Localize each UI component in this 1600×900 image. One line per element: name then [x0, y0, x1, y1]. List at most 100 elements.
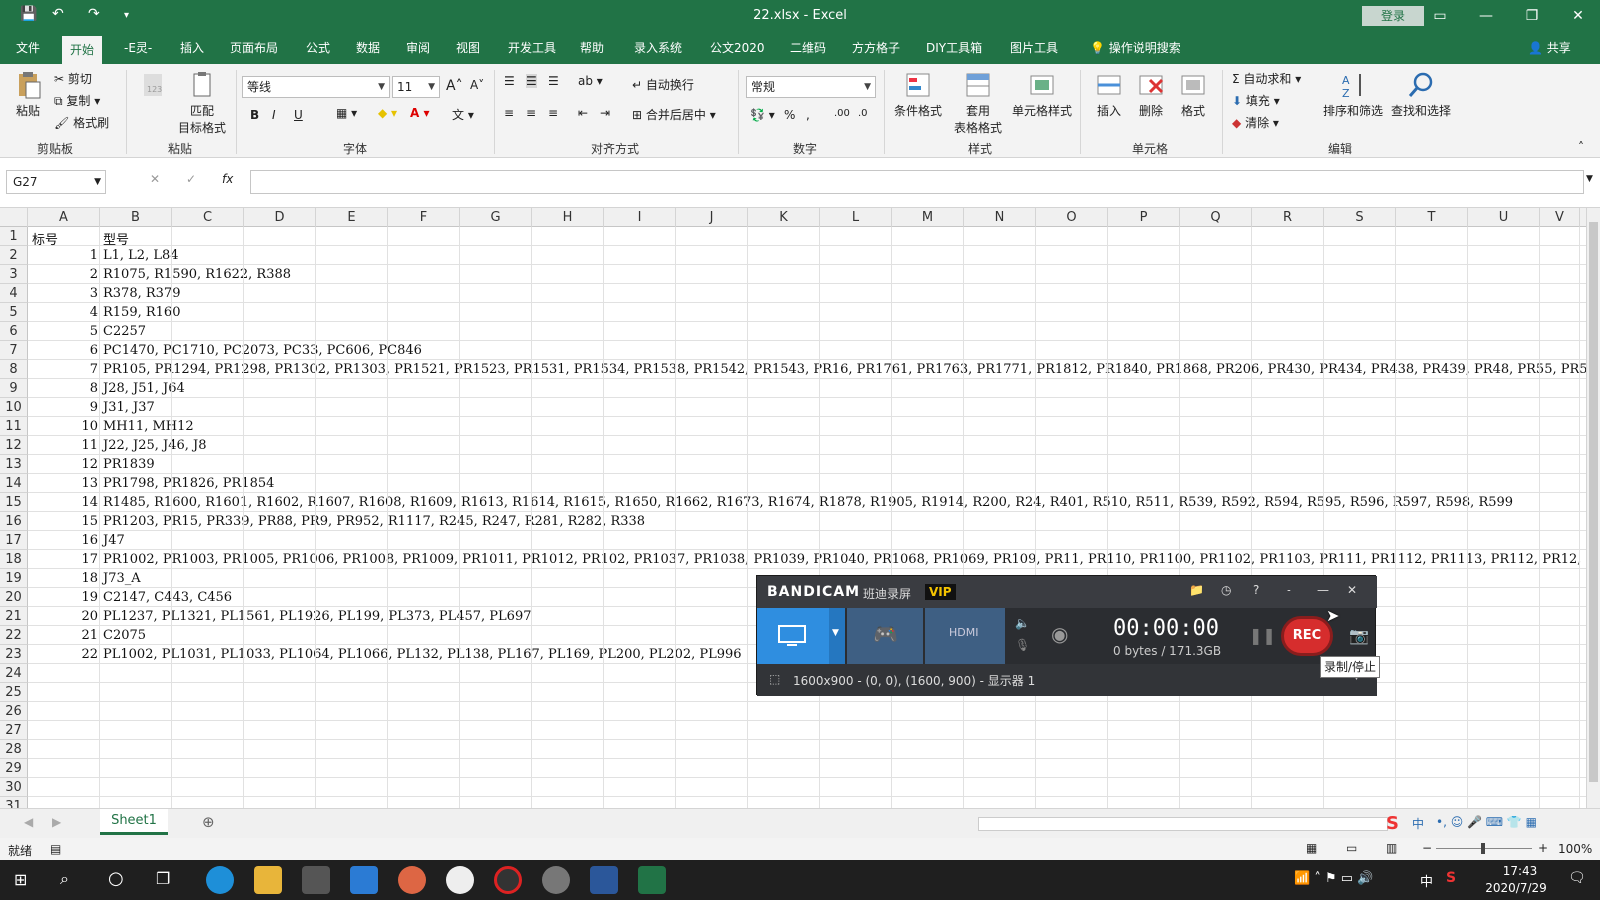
region-select-icon[interactable]: ⬚ — [769, 672, 780, 686]
vip-badge[interactable]: VIP — [925, 584, 956, 600]
zoom-out-icon[interactable]: − — [1422, 841, 1432, 855]
insert-function-icon[interactable]: fx — [222, 172, 233, 186]
macro-record-icon[interactable]: ▤ — [50, 842, 61, 856]
cell-a[interactable]: 5 — [28, 324, 98, 339]
cell-a[interactable]: 19 — [28, 590, 98, 605]
paste-button[interactable]: 粘贴 — [10, 70, 46, 119]
font-name-combo[interactable]: 等线 ▼ — [242, 76, 390, 98]
conditional-format-button[interactable]: 条件格式 — [890, 70, 946, 119]
cell-a[interactable]: 21 — [28, 628, 98, 643]
tell-me-search[interactable]: 💡 操作说明搜索 — [1082, 32, 1189, 64]
currency-icon[interactable]: 💱 ▾ — [750, 108, 775, 122]
minimize-button[interactable]: — — [1466, 4, 1506, 28]
collapse-ribbon-icon[interactable]: ˄ — [1578, 140, 1584, 154]
fill-color-icon[interactable]: ◆ ▾ — [378, 106, 397, 120]
mail-icon[interactable] — [350, 866, 378, 894]
prev-sheet-icon[interactable]: ◀ — [24, 815, 33, 829]
tab-home[interactable]: 开始 — [62, 36, 103, 64]
expand-formula-icon[interactable]: ▼ — [1586, 174, 1593, 184]
cell-a[interactable]: 11 — [28, 438, 98, 453]
fill-button[interactable]: ⬇ 填充 ▾ — [1232, 92, 1280, 109]
tab-developer[interactable]: 开发工具 — [500, 32, 564, 64]
cell-a[interactable]: 4 — [28, 305, 98, 320]
cell-b[interactable]: C2257 — [103, 324, 146, 339]
cell-b[interactable]: C2075 — [103, 628, 146, 643]
zoom-level[interactable]: 100% — [1558, 842, 1592, 856]
cortana-icon[interactable]: ○ — [108, 868, 124, 889]
cell-a[interactable]: 20 — [28, 609, 98, 624]
bandicam-close-icon[interactable]: ✕ — [1347, 583, 1357, 597]
cancel-icon[interactable]: ✕ — [150, 172, 160, 186]
notification-icon[interactable]: 🗨 — [1568, 870, 1586, 886]
sort-filter-button[interactable]: AZ 排序和筛选 — [1320, 70, 1386, 119]
tab-page-layout[interactable]: 页面布局 — [222, 32, 286, 64]
row-header[interactable]: 6 — [0, 322, 28, 341]
add-sheet-icon[interactable]: ⊕ — [202, 813, 215, 831]
tray-icons[interactable]: 📶 ˄ ⚑ ▭ 🔊 — [1294, 871, 1373, 886]
copy-button[interactable]: ⧉ 复制 ▾ — [54, 92, 100, 109]
cell-b[interactable]: J22, J25, J46, J8 — [103, 438, 207, 453]
ribbon-display-icon[interactable]: ▭ — [1420, 4, 1460, 28]
row-header[interactable]: 2 — [0, 246, 28, 265]
zoom-in-icon[interactable]: + — [1538, 841, 1548, 855]
row-header[interactable]: 21 — [0, 607, 28, 626]
align-top-icon[interactable]: ☰ — [504, 74, 515, 88]
cell-b[interactable]: PR1002, PR1003, PR1005, PR1006, PR1008, … — [103, 552, 1586, 567]
number-format-combo[interactable]: 常规 ▼ — [746, 76, 876, 98]
cell-b[interactable]: PR105, PR1294, PR1298, PR1302, PR1303, P… — [103, 362, 1586, 377]
align-middle-icon[interactable]: ☰ — [526, 74, 537, 88]
increase-decimal-icon[interactable]: .00 — [834, 108, 850, 119]
autosum-button[interactable]: Σ 自动求和 ▾ — [1232, 70, 1301, 87]
login-button[interactable]: 登录 — [1362, 6, 1424, 26]
cell-b[interactable]: PR1798, PR1826, PR1854 — [103, 476, 274, 491]
row-header[interactable]: 24 — [0, 664, 28, 683]
italic-button[interactable]: I — [272, 108, 276, 122]
cell-b[interactable]: R1075, R1590, R1622, R388 — [103, 267, 291, 282]
row-header[interactable]: 13 — [0, 455, 28, 474]
row-header[interactable]: 1 — [0, 227, 28, 246]
cell-b[interactable]: PL1237, PL1321, PL1561, PL1926, PL199, P… — [103, 609, 531, 624]
clock-date[interactable]: 2020/7/29 — [1476, 881, 1556, 895]
vertical-scrollbar[interactable] — [1586, 208, 1600, 808]
tab-review[interactable]: 审阅 — [398, 32, 438, 64]
row-header[interactable]: 14 — [0, 474, 28, 493]
row-header[interactable]: 20 — [0, 588, 28, 607]
tab-insert[interactable]: 插入 — [172, 32, 212, 64]
windows-start-icon[interactable]: ⊞ — [14, 870, 27, 889]
page-break-view-icon[interactable]: ▥ — [1386, 841, 1397, 855]
clock-time[interactable]: 17:43 — [1490, 864, 1550, 878]
zoom-slider-thumb[interactable] — [1481, 843, 1485, 854]
ime-toolbar-icons[interactable]: •, ☺ 🎤 ⌨ 👕 ▦ — [1436, 815, 1537, 829]
align-center-icon[interactable]: ≡ — [526, 106, 536, 120]
comma-icon[interactable]: , — [806, 108, 810, 122]
row-header[interactable]: 26 — [0, 702, 28, 721]
cell-a[interactable]: 3 — [28, 286, 98, 301]
tab-qrcode[interactable]: 二维码 — [782, 32, 834, 64]
clear-button[interactable]: ◆ 清除 ▾ — [1232, 114, 1279, 131]
tab-view[interactable]: 视图 — [448, 32, 488, 64]
row-header[interactable]: 27 — [0, 721, 28, 740]
row-header[interactable]: 23 — [0, 645, 28, 664]
horizontal-scrollbar[interactable] — [978, 817, 1388, 831]
cell-a[interactable]: 10 — [28, 419, 98, 434]
row-header[interactable]: 9 — [0, 379, 28, 398]
cell-a[interactable]: 15 — [28, 514, 98, 529]
cell-a[interactable]: 6 — [28, 343, 98, 358]
cell-a[interactable]: 8 — [28, 381, 98, 396]
match-format-button[interactable]: 匹配 目标格式 — [176, 70, 228, 136]
cell-b[interactable]: C2147, C443, C456 — [103, 590, 232, 605]
row-header[interactable]: 31 — [0, 797, 28, 808]
chrome-icon[interactable] — [398, 866, 426, 894]
find-select-button[interactable]: 查找和选择 — [1388, 70, 1454, 119]
task-view-icon[interactable]: ❐ — [156, 869, 170, 888]
screen-mode-dropdown[interactable]: ▼ — [829, 608, 845, 664]
cell-a[interactable]: 14 — [28, 495, 98, 510]
underline-button[interactable]: U — [294, 108, 303, 122]
ime-indicator[interactable]: 中 — [1420, 871, 1433, 890]
cell-a[interactable]: 18 — [28, 571, 98, 586]
row-header[interactable]: 8 — [0, 360, 28, 379]
phonetic-icon[interactable]: 文 ▾ — [452, 106, 474, 123]
row-header[interactable]: 16 — [0, 512, 28, 531]
decrease-font-icon[interactable]: A˅ — [470, 78, 484, 92]
app-icon[interactable] — [446, 866, 474, 894]
